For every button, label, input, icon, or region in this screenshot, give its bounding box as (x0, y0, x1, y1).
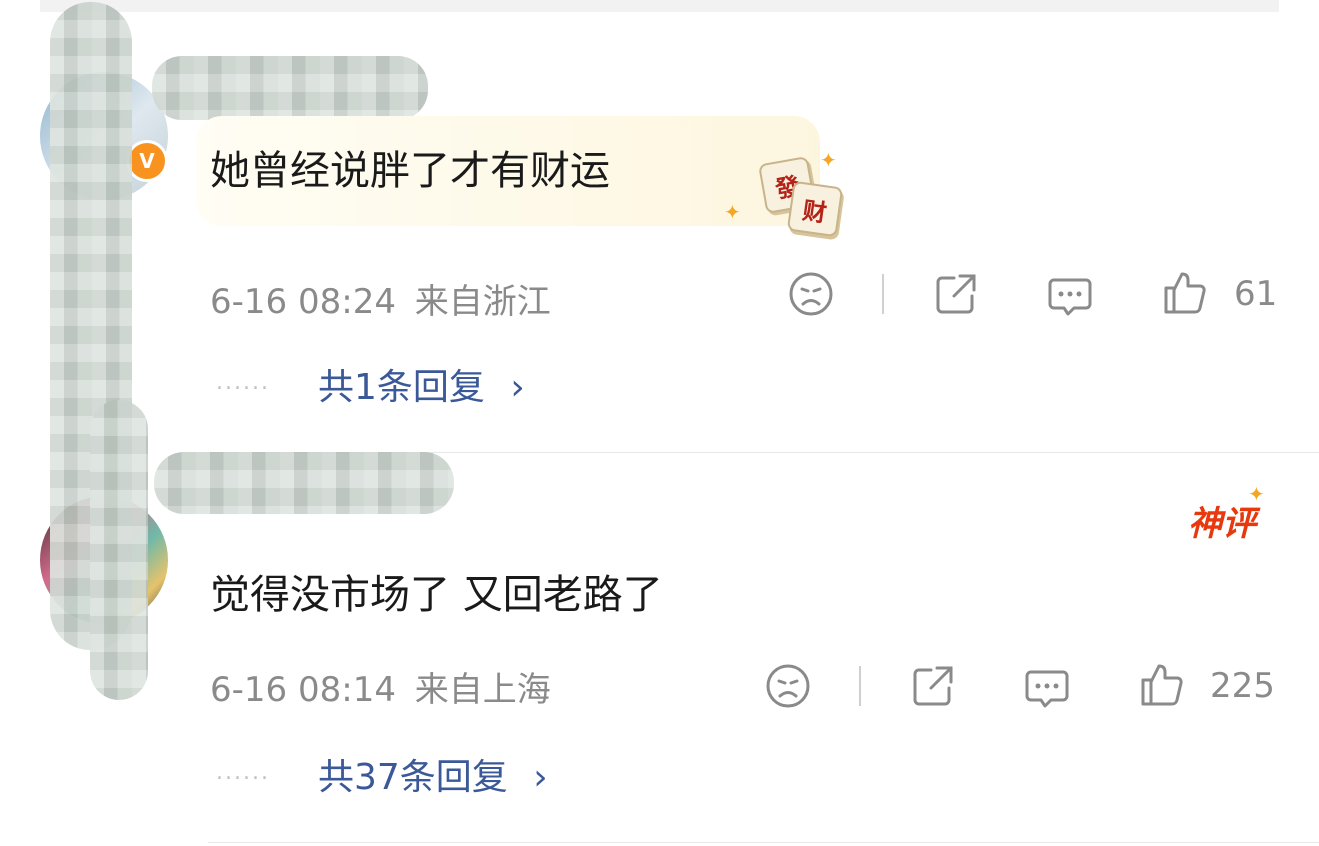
top-divider-bar (40, 0, 1279, 12)
comment-time: 6-16 08:14 (210, 670, 396, 710)
reply-dots: ...... (216, 760, 270, 785)
dislike-face-icon[interactable] (787, 270, 835, 318)
comment-meta: 6-16 08:24 来自浙江 (210, 274, 551, 323)
fortune-sticker: 發 财 ✦ ✦ (724, 148, 844, 238)
sparkle-icon: ✦ (820, 148, 837, 172)
like-thumb-icon[interactable] (1160, 268, 1208, 316)
comment-item: 神评 ✦ 觉得没市场了 又回老路了 6-16 08:14 来自上海 225 ..… (0, 452, 1319, 846)
view-replies-link[interactable]: 共37条回复 › (318, 748, 548, 800)
sparkle-icon: ✦ (724, 200, 741, 224)
comment-meta: 6-16 08:14 来自上海 (210, 662, 551, 711)
share-icon[interactable] (909, 662, 957, 710)
username-redacted[interactable] (154, 452, 454, 514)
comment-text: 觉得没市场了 又回老路了 (210, 572, 663, 618)
reply-dots: ...... (216, 370, 270, 395)
top-comment-badge: 神评 (1188, 504, 1256, 544)
comment-icon[interactable] (1046, 272, 1094, 320)
separator (882, 274, 884, 314)
dislike-face-icon[interactable] (764, 662, 812, 710)
username-redacted[interactable] (152, 56, 428, 120)
chevron-right-icon: › (533, 757, 548, 798)
comment-item: V 她曾经说胖了才有财运 發 财 ✦ ✦ 6-16 08:24 来自浙江 61 … (0, 12, 1319, 452)
share-icon[interactable] (932, 270, 980, 318)
like-count: 225 (1210, 666, 1275, 706)
view-replies-link[interactable]: 共1条回复 › (318, 358, 525, 410)
comment-location: 来自上海 (414, 670, 551, 710)
sticker-tile: 财 (786, 180, 844, 238)
sparkle-icon: ✦ (1248, 482, 1265, 506)
verified-badge-icon: V (126, 140, 168, 182)
comment-location: 来自浙江 (414, 282, 551, 322)
comment-time: 6-16 08:24 (210, 282, 396, 322)
comment-text: 她曾经说胖了才有财运 (210, 148, 610, 194)
comment-divider (208, 842, 1319, 843)
chevron-right-icon: › (510, 367, 525, 408)
like-count: 61 (1234, 274, 1278, 314)
replies-count-text: 共1条回复 (318, 367, 485, 408)
redaction-mosaic (90, 400, 148, 700)
separator (859, 666, 861, 706)
replies-count-text: 共37条回复 (318, 757, 508, 798)
comment-icon[interactable] (1023, 664, 1071, 712)
like-thumb-icon[interactable] (1137, 660, 1185, 708)
